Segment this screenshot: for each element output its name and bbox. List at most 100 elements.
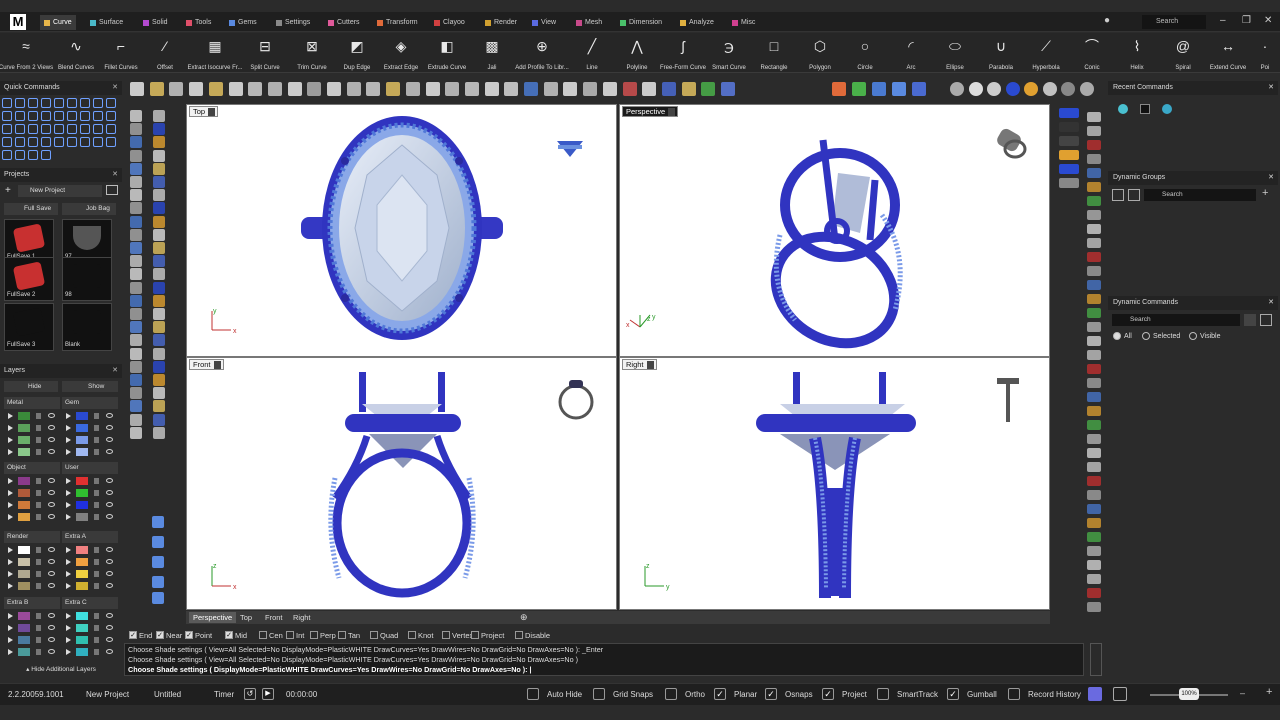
layer-row[interactable]: [4, 435, 60, 445]
tab-gems[interactable]: Gems: [225, 15, 261, 30]
layer-color-swatch[interactable]: [18, 436, 30, 444]
grid-icon[interactable]: [1260, 314, 1272, 326]
layer-row[interactable]: [62, 435, 118, 445]
expand-icon[interactable]: [66, 613, 71, 619]
viewport-front[interactable]: Front z x: [186, 357, 617, 610]
project-label[interactable]: New Project: [86, 689, 129, 701]
quick-command-icon[interactable]: [80, 124, 90, 134]
play-timer-icon[interactable]: ▶: [262, 688, 274, 700]
lock-icon[interactable]: [36, 437, 41, 443]
show-layers-button[interactable]: Show: [62, 381, 118, 392]
quick-command-icon[interactable]: [54, 98, 64, 108]
side-tool-icon[interactable]: [153, 347, 165, 360]
lock-icon[interactable]: [36, 583, 41, 589]
expand-icon[interactable]: [66, 425, 71, 431]
osnap-tan[interactable]: Tan: [338, 631, 360, 640]
layer-color-swatch[interactable]: [76, 513, 88, 521]
groups-search-input[interactable]: Search: [1144, 189, 1256, 201]
display-mode-icon[interactable]: [1061, 82, 1075, 96]
right-tool-icon[interactable]: [1087, 140, 1101, 150]
osnap-vertex[interactable]: Vertex: [442, 631, 473, 640]
eye-icon[interactable]: [48, 559, 55, 564]
quick-command-icon[interactable]: [93, 137, 103, 147]
layer-row[interactable]: [62, 611, 118, 621]
side-tool-icon[interactable]: [152, 516, 164, 528]
quick-command-icon[interactable]: [54, 137, 64, 147]
display-mode-icon[interactable]: [1059, 122, 1079, 132]
toolbar-tool-icon[interactable]: [583, 82, 598, 96]
quick-command-icon[interactable]: [67, 137, 77, 147]
radio-selected[interactable]: Selected: [1142, 332, 1180, 341]
side-tool-icon[interactable]: [153, 149, 165, 162]
side-tool-icon[interactable]: [130, 149, 142, 162]
ribbon-poi-button[interactable]: · Poi: [1245, 33, 1280, 73]
toolbar-tool-icon[interactable]: [248, 82, 263, 96]
layer-color-swatch[interactable]: [18, 624, 30, 632]
display-mode-icon[interactable]: [1059, 136, 1079, 146]
zoom-out-icon[interactable]: –: [1240, 688, 1245, 698]
zoom-in-icon[interactable]: +: [1266, 686, 1272, 698]
lock-icon[interactable]: [36, 559, 41, 565]
side-tool-icon[interactable]: [153, 374, 165, 386]
layer-color-swatch[interactable]: [76, 570, 88, 578]
side-tool-icon[interactable]: [153, 215, 165, 228]
eye-icon[interactable]: [48, 413, 55, 418]
toolbar-tool-icon[interactable]: [484, 82, 499, 96]
recent-command-icon[interactable]: [1118, 104, 1128, 114]
quick-command-icon[interactable]: [2, 137, 12, 147]
expand-icon[interactable]: [8, 571, 13, 577]
right-tool-icon[interactable]: [1087, 364, 1101, 374]
eye-icon[interactable]: [48, 625, 55, 630]
side-tool-icon[interactable]: [130, 268, 142, 281]
ribbon-ellipse-button[interactable]: ⬭ Ellipse: [935, 33, 975, 73]
layer-color-swatch[interactable]: [18, 648, 30, 656]
toggle-label[interactable]: Record History: [1028, 689, 1081, 701]
quick-command-icon[interactable]: [67, 124, 77, 134]
side-tool-icon[interactable]: [130, 400, 142, 413]
layer-color-swatch[interactable]: [18, 513, 30, 521]
eye-icon[interactable]: [106, 490, 113, 495]
layer-group-header[interactable]: Extra B: [4, 597, 60, 609]
layer-row[interactable]: [62, 647, 118, 657]
toolbar-tool-icon[interactable]: [832, 82, 846, 96]
toolbar-tool-icon[interactable]: [872, 82, 886, 96]
layer-row[interactable]: [4, 476, 60, 486]
expand-icon[interactable]: [66, 559, 71, 565]
toggle-planar-checkbox[interactable]: ✓: [714, 688, 726, 700]
close-icon[interactable]: ✕: [1268, 296, 1274, 310]
side-tool-icon[interactable]: [130, 242, 142, 254]
side-tool-icon[interactable]: [153, 202, 165, 215]
ribbon-spiral-button[interactable]: @ Spiral: [1163, 33, 1203, 73]
eye-icon[interactable]: [48, 449, 55, 454]
toolbar-tool-icon[interactable]: [701, 82, 716, 96]
layer-color-swatch[interactable]: [76, 546, 88, 554]
quick-command-icon[interactable]: [15, 150, 25, 160]
ribbon-polygon-button[interactable]: ⬡ Polygon: [800, 33, 840, 73]
display-mode-icon[interactable]: [1059, 150, 1079, 160]
right-tool-icon[interactable]: [1087, 490, 1101, 500]
lock-icon[interactable]: [94, 413, 99, 419]
side-tool-icon[interactable]: [153, 110, 165, 122]
viewport-tab-front[interactable]: Front: [261, 612, 287, 623]
toolbar-tool-icon[interactable]: [346, 82, 361, 96]
osnap-project[interactable]: Project: [471, 631, 504, 640]
eye-icon[interactable]: [48, 571, 55, 576]
display-mode-icon[interactable]: [950, 82, 964, 96]
tab-curve[interactable]: Curve: [40, 15, 76, 30]
toolbar-tool-icon[interactable]: [189, 82, 204, 96]
side-tool-icon[interactable]: [153, 387, 165, 400]
side-tool-icon[interactable]: [130, 202, 142, 215]
side-tool-icon[interactable]: [130, 281, 142, 294]
right-tool-icon[interactable]: [1087, 532, 1101, 542]
expand-icon[interactable]: [8, 583, 13, 589]
layer-row[interactable]: [62, 557, 118, 567]
right-tool-icon[interactable]: [1087, 476, 1101, 486]
side-tool-icon[interactable]: [153, 136, 165, 149]
toolbar-tool-icon[interactable]: [208, 82, 223, 96]
layer-group-header[interactable]: Render: [4, 531, 60, 543]
eye-icon[interactable]: [106, 514, 113, 519]
layer-color-swatch[interactable]: [76, 489, 88, 497]
tab-settings[interactable]: Settings: [272, 15, 314, 30]
osnap-checkbox[interactable]: ✓: [225, 631, 233, 639]
expand-icon[interactable]: [8, 478, 13, 484]
